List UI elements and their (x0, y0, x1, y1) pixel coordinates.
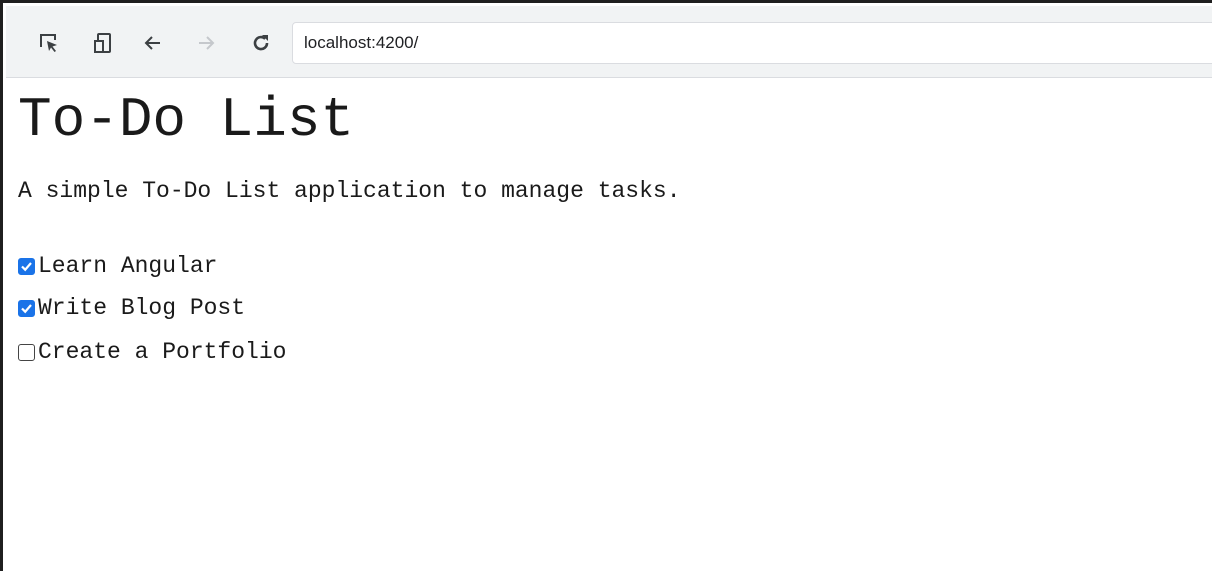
inspect-icon[interactable] (34, 28, 64, 58)
todo-label: Write Blog Post (38, 295, 246, 321)
reload-icon[interactable] (246, 28, 276, 58)
todo-checkbox-checked[interactable] (18, 299, 35, 317)
todo-item[interactable]: Create a Portfolio (18, 337, 286, 367)
page-title: To-Do List (18, 88, 355, 152)
todo-item[interactable]: Write Blog Post (18, 293, 245, 323)
todo-item[interactable]: Learn Angular (18, 251, 217, 281)
address-bar[interactable]: localhost:4200/ (292, 22, 1212, 64)
forward-arrow-icon[interactable] (191, 28, 221, 58)
todo-checkbox-unchecked[interactable] (18, 343, 35, 361)
browser-window: localhost:4200/ To-Do List A simple To-D… (0, 0, 1212, 571)
todo-label: Learn Angular (38, 253, 218, 279)
browser-toolbar: localhost:4200/ (6, 6, 1212, 78)
page-description: A simple To-Do List application to manag… (18, 178, 681, 204)
back-arrow-icon[interactable] (138, 28, 168, 58)
todo-checkbox-checked[interactable] (18, 257, 35, 275)
url-text: localhost:4200/ (304, 33, 419, 52)
todo-label: Create a Portfolio (38, 339, 287, 365)
device-toggle-icon[interactable] (89, 28, 119, 58)
page-content: To-Do List A simple To-Do List applicati… (18, 78, 1212, 571)
